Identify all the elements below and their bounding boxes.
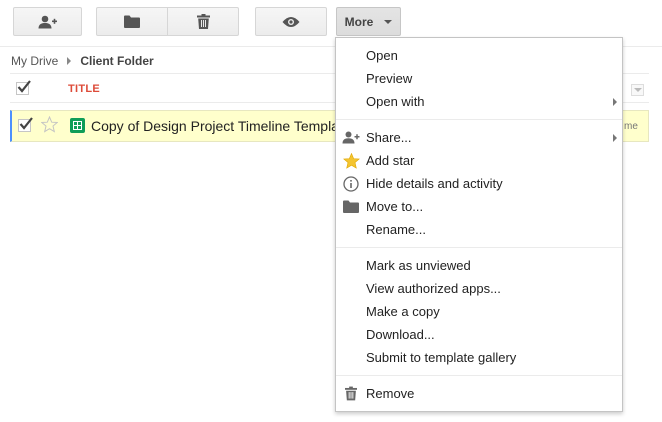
menu-item-authorized-apps[interactable]: View authorized apps...: [336, 277, 622, 300]
menu-item-label: Remove: [366, 386, 415, 401]
more-button-label: More: [344, 14, 374, 29]
menu-item-label: View authorized apps...: [366, 281, 501, 296]
chevron-right-icon: [613, 134, 617, 142]
menu-item-remove[interactable]: Remove: [336, 382, 622, 405]
menu-item-label: Rename...: [366, 222, 426, 237]
trash-icon: [196, 14, 210, 29]
share-button[interactable]: [13, 7, 82, 36]
title-column-header[interactable]: TITLE: [68, 83, 100, 95]
menu-item-label: Move to...: [366, 199, 424, 214]
menu-item-label: Mark as unviewed: [366, 258, 471, 273]
menu-item-label: Open: [366, 48, 398, 63]
star-icon: [342, 152, 360, 169]
menu-divider: [336, 375, 622, 376]
menu-item-label: Download...: [366, 327, 435, 342]
breadcrumb-current: Client Folder: [80, 54, 154, 68]
checkmark-icon: [17, 80, 31, 93]
menu-item-move-to[interactable]: Move to...: [336, 195, 622, 218]
menu-item-make-copy[interactable]: Make a copy: [336, 300, 622, 323]
checkmark-icon: [19, 117, 33, 130]
preview-button[interactable]: [255, 7, 327, 36]
menu-item-open[interactable]: Open: [336, 44, 622, 67]
more-button[interactable]: More: [336, 7, 401, 36]
move-to-folder-button[interactable]: [96, 7, 168, 36]
menu-item-submit-template[interactable]: Submit to template gallery: [336, 346, 622, 369]
person-add-icon: [38, 15, 57, 28]
menu-item-label: Share...: [366, 130, 412, 145]
menu-item-preview[interactable]: Preview: [336, 67, 622, 90]
row-checkbox[interactable]: [18, 117, 33, 132]
chevron-right-icon: [67, 57, 72, 65]
menu-item-label: Submit to template gallery: [366, 350, 517, 365]
file-title[interactable]: Copy of Design Project Timeline Template: [91, 118, 351, 134]
menu-item-share[interactable]: Share...: [336, 126, 622, 149]
menu-item-mark-unviewed[interactable]: Mark as unviewed: [336, 254, 622, 277]
more-menu: Open Preview Open with Share... Add star: [335, 37, 623, 412]
info-icon: [342, 175, 360, 192]
folder-icon: [342, 198, 360, 215]
menu-item-open-with[interactable]: Open with: [336, 90, 622, 113]
person-add-icon: [342, 129, 360, 146]
menu-item-label: Hide details and activity: [366, 176, 503, 191]
star-outline-icon[interactable]: [41, 116, 58, 133]
menu-item-label: Open with: [366, 94, 425, 109]
breadcrumb-my-drive[interactable]: My Drive: [11, 54, 58, 68]
eye-icon: [282, 16, 300, 27]
menu-item-label: Add star: [366, 153, 415, 168]
remove-button[interactable]: [167, 7, 239, 36]
spreadsheet-icon: [70, 118, 85, 133]
menu-item-hide-details[interactable]: Hide details and activity: [336, 172, 622, 195]
chevron-down-icon: [384, 19, 393, 24]
chevron-right-icon: [613, 98, 617, 106]
trash-icon: [342, 385, 360, 402]
menu-divider: [336, 247, 622, 248]
menu-item-add-star[interactable]: Add star: [336, 149, 622, 172]
menu-item-download[interactable]: Download...: [336, 323, 622, 346]
menu-item-label: Preview: [366, 71, 413, 86]
menu-item-rename[interactable]: Rename...: [336, 218, 622, 241]
select-all-checkbox[interactable]: [16, 80, 31, 95]
folder-icon: [124, 15, 140, 28]
file-owner: me: [624, 121, 638, 132]
menu-item-label: Make a copy: [366, 304, 440, 319]
sort-dropdown-icon[interactable]: [631, 84, 644, 96]
menu-divider: [336, 119, 622, 120]
breadcrumb: My Drive Client Folder: [11, 54, 154, 68]
